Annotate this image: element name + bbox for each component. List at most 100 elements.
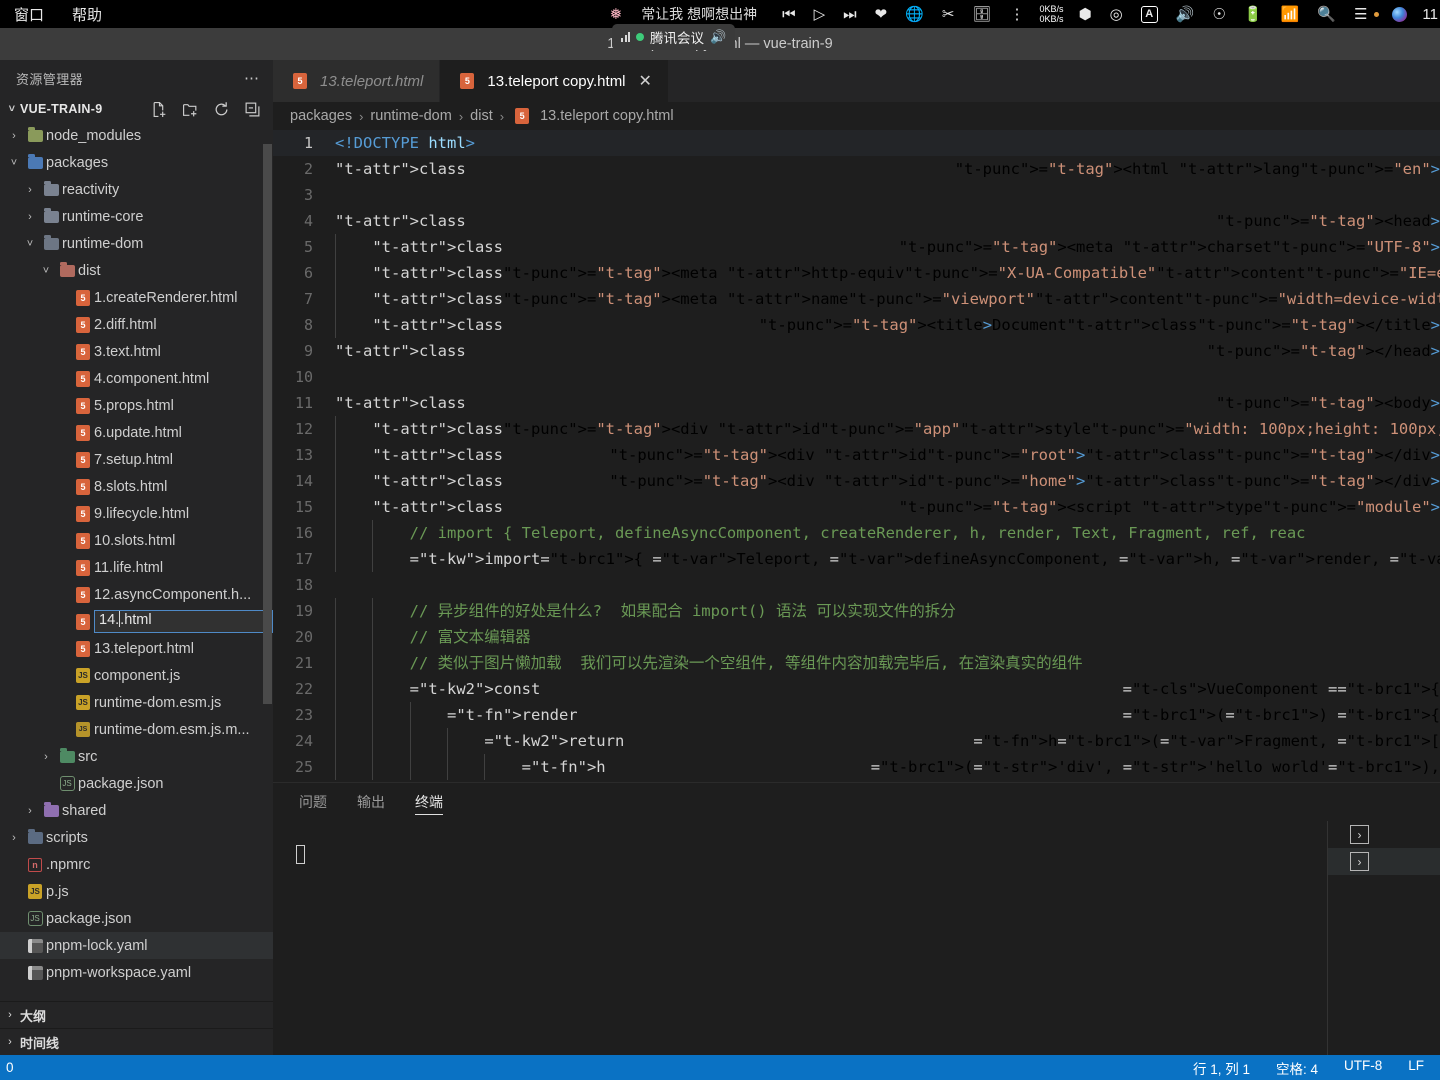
panel-tab-0[interactable]: 问题: [299, 783, 327, 821]
tree-item-10-slots-html[interactable]: 5 10.slots.html: [0, 527, 273, 554]
menu-help[interactable]: 帮助: [58, 4, 116, 25]
tree-item-runtime-core[interactable]: › runtime-core: [0, 203, 273, 230]
code-line[interactable]: 9 "t-attr">class "t-punc" >= "t-tag" ></head >: [273, 338, 1440, 364]
outline-section[interactable]: › 大纲: [0, 1001, 273, 1028]
editor-tab-bar[interactable]: 5 13.teleport.html 5 13.teleport copy.html ✕: [273, 60, 1440, 102]
chevron-down-icon[interactable]: ˅: [20, 238, 40, 250]
terminal-list[interactable]: › ›: [1327, 821, 1440, 1055]
code-line[interactable]: 7 "t-attr">class "t-punc" >= "t-tag" ><meta …: [273, 286, 1440, 312]
tree-item-6-update-html[interactable]: 5 6.update.html: [0, 419, 273, 446]
code-line[interactable]: 2 "t-attr">class "t-punc" >= "t-tag" ><html "…: [273, 156, 1440, 182]
explorer-more-icon[interactable]: ⋯: [244, 69, 261, 87]
code-line[interactable]: 11 "t-attr">class "t-punc" >= "t-tag" ><body >: [273, 390, 1440, 416]
chevron-right-icon[interactable]: ›: [20, 211, 40, 223]
tree-item-runtime-dom-esm-js[interactable]: JS runtime-dom.esm.js: [0, 689, 273, 716]
code-line[interactable]: 16 // import { Teleport, defineAsyncComp…: [273, 520, 1440, 546]
heart-icon[interactable]: ❤: [866, 7, 897, 22]
close-icon[interactable]: ✕: [639, 71, 652, 91]
tree-item-13-teleport-html[interactable]: 5 13.teleport.html: [0, 635, 273, 662]
sakura-icon[interactable]: ❅: [601, 7, 632, 22]
tree-item-pnpm-workspace-yaml[interactable]: pnpm-workspace.yaml: [0, 959, 273, 986]
editor-tab-1[interactable]: 5 13.teleport copy.html ✕: [440, 60, 669, 102]
tree-item-p-js[interactable]: JS p.js: [0, 878, 273, 905]
siri-icon[interactable]: [1383, 6, 1416, 22]
hexagon-icon[interactable]: ⬢: [1070, 7, 1101, 22]
tree-item-7-setup-html[interactable]: 5 7.setup.html: [0, 446, 273, 473]
record-icon[interactable]: ◎: [1101, 7, 1132, 22]
tree-item-node-modules[interactable]: › node_modules: [0, 122, 273, 149]
clock-label[interactable]: 11: [1416, 6, 1440, 23]
code-line[interactable]: 17 ="t-kw">import = "t-brc1">{ = "t-var">T…: [273, 546, 1440, 572]
code-line[interactable]: 23 ="t-fn">render = "t-brc1">(= "t-brc1">) …: [273, 702, 1440, 728]
refresh-icon[interactable]: [213, 101, 230, 118]
menu-window[interactable]: 窗口: [0, 4, 58, 25]
code-line[interactable]: 15 "t-attr">class "t-punc" >= "t-tag" ><scri…: [273, 494, 1440, 520]
input-source-icon[interactable]: A: [1132, 5, 1167, 23]
control-center-icon[interactable]: ☰: [1345, 7, 1376, 22]
network-speed-indicator[interactable]: 0KB/s 0KB/s: [1034, 4, 1070, 24]
status-indentation[interactable]: 空格: 4: [1276, 1058, 1318, 1078]
tree-item-pnpm-lock-yaml[interactable]: pnpm-lock.yaml: [0, 932, 273, 959]
tencent-meeting-overlay[interactable]: 腾讯会议 🔊: [612, 24, 736, 50]
status-eol[interactable]: LF: [1408, 1058, 1424, 1078]
tree-item-packages[interactable]: ˅ packages: [0, 149, 273, 176]
chevron-down-icon[interactable]: ˅: [36, 265, 56, 277]
tree-item-9-lifecycle-html[interactable]: 5 9.lifecycle.html: [0, 500, 273, 527]
collapse-all-icon[interactable]: [244, 101, 261, 118]
file-rename-row[interactable]: 5 14..html: [0, 608, 273, 635]
tree-item-12-asynccomponent-h-[interactable]: 5 12.asyncComponent.h...: [0, 581, 273, 608]
volume-icon[interactable]: 🔊: [1167, 7, 1204, 22]
code-line[interactable]: 4 "t-attr">class "t-punc" >= "t-tag" ><head >: [273, 208, 1440, 234]
code-line[interactable]: 14 "t-attr">class "t-punc" >= "t-tag" ><div …: [273, 468, 1440, 494]
code-line[interactable]: 25 ="t-fn">h = "t-brc1">(= "t-str">'div', =…: [273, 754, 1440, 780]
code-line[interactable]: 8 "t-attr">class "t-punc" >= "t-tag" ><title…: [273, 312, 1440, 338]
tree-item-4-component-html[interactable]: 5 4.component.html: [0, 365, 273, 392]
breadcrumb-item[interactable]: dist: [470, 108, 493, 124]
user-icon[interactable]: ☉: [1203, 7, 1234, 22]
code-line[interactable]: 19 // 异步组件的好处是什么? 如果配合 import() 语法 可以实现文…: [273, 598, 1440, 624]
code-line[interactable]: 5 "t-attr">class "t-punc" >= "t-tag" ><meta …: [273, 234, 1440, 260]
code-line[interactable]: 12 "t-attr">class "t-punc" >= "t-tag" ><div …: [273, 416, 1440, 442]
timeline-section[interactable]: › 时间线: [0, 1028, 273, 1055]
menu-dots-icon[interactable]: ⋮: [1001, 7, 1034, 22]
new-file-icon[interactable]: [151, 101, 168, 118]
breadcrumb-item[interactable]: packages: [290, 108, 352, 124]
tree-item-2-diff-html[interactable]: 5 2.diff.html: [0, 311, 273, 338]
status-left[interactable]: 0: [0, 1060, 14, 1075]
tree-item-runtime-dom[interactable]: ˅ runtime-dom: [0, 230, 273, 257]
tree-item-scripts[interactable]: › scripts: [0, 824, 273, 851]
code-line[interactable]: 21 // 类似于图片懒加载 我们可以先渲染一个空组件, 等组件内容加载完毕后,…: [273, 650, 1440, 676]
tree-item-dist[interactable]: ˅ dist: [0, 257, 273, 284]
file-rename-input[interactable]: 14..html: [94, 610, 273, 633]
breadcrumb[interactable]: packages › runtime-dom › dist › 5 13.teleport c…: [273, 102, 1440, 130]
code-line[interactable]: 1 <!DOCTYPE html>: [273, 130, 1440, 156]
chevron-down-icon[interactable]: ˅: [4, 157, 24, 169]
tree-item-reactivity[interactable]: › reactivity: [0, 176, 273, 203]
tree-item-8-slots-html[interactable]: 5 8.slots.html: [0, 473, 273, 500]
sidebar-scrollbar[interactable]: [263, 144, 272, 704]
code-editor[interactable]: 1 <!DOCTYPE html> 2 "t-attr">class "t-punc" >…: [273, 130, 1440, 782]
code-line[interactable]: 10: [273, 364, 1440, 390]
tree-item-package-json[interactable]: JS package.json: [0, 905, 273, 932]
chevron-right-icon[interactable]: ›: [20, 184, 40, 196]
terminal-entry-1[interactable]: ›: [1328, 848, 1440, 875]
breadcrumb-item[interactable]: runtime-dom: [370, 108, 451, 124]
status-encoding[interactable]: UTF-8: [1344, 1058, 1382, 1078]
chevron-right-icon[interactable]: ›: [20, 805, 40, 817]
code-line[interactable]: 3: [273, 182, 1440, 208]
tree-item-1-createrenderer-html[interactable]: 5 1.createRenderer.html: [0, 284, 273, 311]
file-tree[interactable]: › node_modules ˅ packages › reactivity › runtim…: [0, 122, 273, 986]
terminal-entry-0[interactable]: ›: [1328, 821, 1440, 848]
workspace-root-row[interactable]: ˅ VUE-TRAIN-9: [0, 96, 273, 122]
tree-item-5-props-html[interactable]: 5 5.props.html: [0, 392, 273, 419]
terminal-output[interactable]: [273, 821, 1327, 1055]
tree-item-11-life-html[interactable]: 5 11.life.html: [0, 554, 273, 581]
play-icon[interactable]: ▷: [805, 7, 835, 22]
globe-icon[interactable]: 🌐: [896, 7, 933, 22]
panel-tab-1[interactable]: 输出: [357, 783, 385, 821]
panel-tab-bar[interactable]: 问题 输出 终端: [273, 783, 1440, 821]
chevron-right-icon[interactable]: ›: [36, 751, 56, 763]
tree-item--npmrc[interactable]: n .npmrc: [0, 851, 273, 878]
new-folder-icon[interactable]: [182, 101, 199, 118]
chevron-right-icon[interactable]: ›: [4, 832, 24, 844]
